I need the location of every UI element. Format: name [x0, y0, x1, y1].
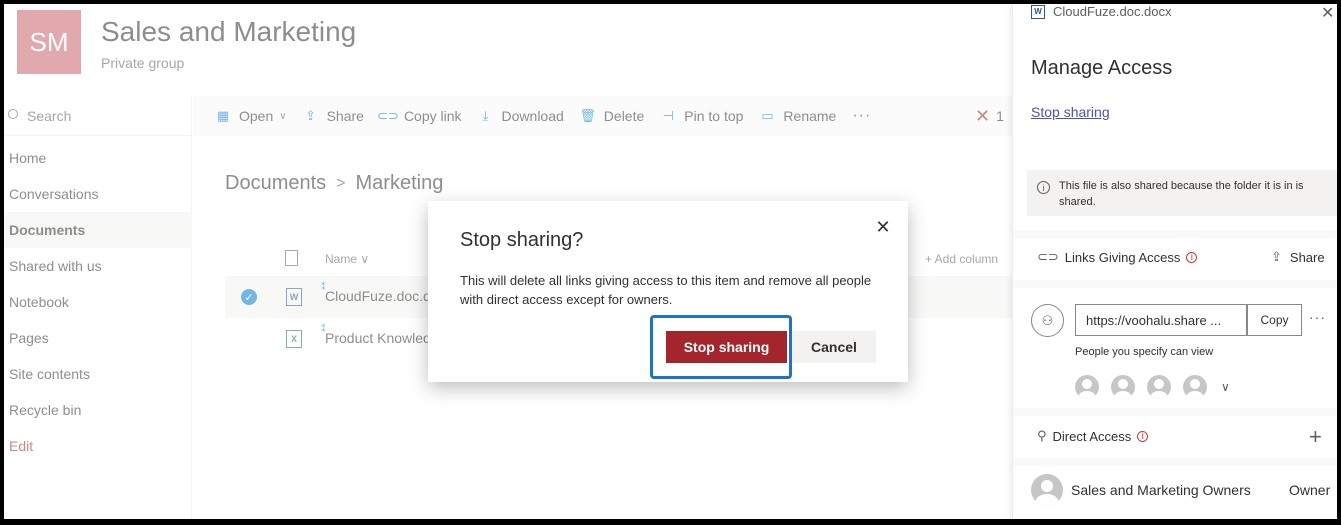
- section-divider: [1013, 230, 1337, 238]
- shared-people-avatars: ∨: [1075, 375, 1230, 399]
- direct-access-heading: ⚲ Direct Access i: [1037, 428, 1149, 444]
- person-icon: ⚲: [1037, 428, 1047, 443]
- panel-file-header: W CloudFuze.doc.docx: [1031, 4, 1172, 19]
- links-heading: ⊂⊃ Links Giving Access i: [1037, 249, 1198, 265]
- close-icon[interactable]: ✕: [1321, 4, 1334, 23]
- share-icon: ⇪: [1271, 249, 1282, 264]
- avatar[interactable]: [1111, 375, 1135, 399]
- app-frame: SM Sales and Marketing Private group Sea…: [4, 4, 1337, 519]
- stop-sharing-dialog: Stop sharing? ✕ This will delete all lin…: [428, 201, 908, 382]
- link-permission-text[interactable]: People you specify can view: [1075, 346, 1213, 358]
- info-icon[interactable]: i: [1186, 251, 1198, 263]
- section-divider: [1013, 458, 1337, 466]
- direct-access-label: Direct Access: [1052, 428, 1132, 444]
- owner-role[interactable]: Owner: [1289, 482, 1330, 498]
- copy-button[interactable]: Copy: [1247, 304, 1302, 336]
- owner-name: Sales and Marketing Owners: [1071, 482, 1251, 498]
- panel-title: Manage Access: [1031, 57, 1173, 79]
- link-icon: ⊂⊃: [1037, 249, 1059, 264]
- link-url-field[interactable]: https://voohalu.share ...: [1075, 304, 1247, 336]
- add-icon[interactable]: +: [1309, 424, 1322, 450]
- section-divider: [1013, 280, 1337, 288]
- avatar[interactable]: [1075, 375, 1099, 399]
- manage-access-panel: W CloudFuze.doc.docx ✕ Manage Access Sto…: [1012, 4, 1337, 519]
- avatar: [1031, 474, 1063, 506]
- dialog-title: Stop sharing?: [460, 229, 584, 251]
- share-button[interactable]: ⇪ Share: [1271, 249, 1325, 265]
- people-icon: ⚇: [1031, 304, 1064, 337]
- avatar[interactable]: [1147, 375, 1171, 399]
- info-icon[interactable]: i: [1137, 430, 1149, 442]
- section-divider: [1013, 408, 1337, 416]
- close-icon[interactable]: ✕: [874, 217, 892, 237]
- stop-sharing-button[interactable]: Stop sharing: [666, 331, 787, 363]
- stop-sharing-link[interactable]: Stop sharing: [1031, 104, 1110, 120]
- cancel-button[interactable]: Cancel: [792, 331, 876, 363]
- word-file-icon: W: [1031, 4, 1045, 19]
- chevron-down-icon[interactable]: ∨: [1221, 380, 1230, 394]
- info-text: This file is also shared because the fol…: [1059, 180, 1304, 208]
- dialog-message: This will delete all links giving access…: [460, 273, 872, 307]
- share-label: Share: [1289, 249, 1325, 265]
- more-options-icon[interactable]: ···: [1309, 309, 1326, 325]
- avatar[interactable]: [1183, 375, 1207, 399]
- info-message: i This file is also shared because the f…: [1027, 170, 1337, 216]
- info-icon: i: [1037, 181, 1050, 194]
- panel-file-name: CloudFuze.doc.docx: [1053, 4, 1172, 19]
- links-heading-label: Links Giving Access: [1064, 249, 1181, 265]
